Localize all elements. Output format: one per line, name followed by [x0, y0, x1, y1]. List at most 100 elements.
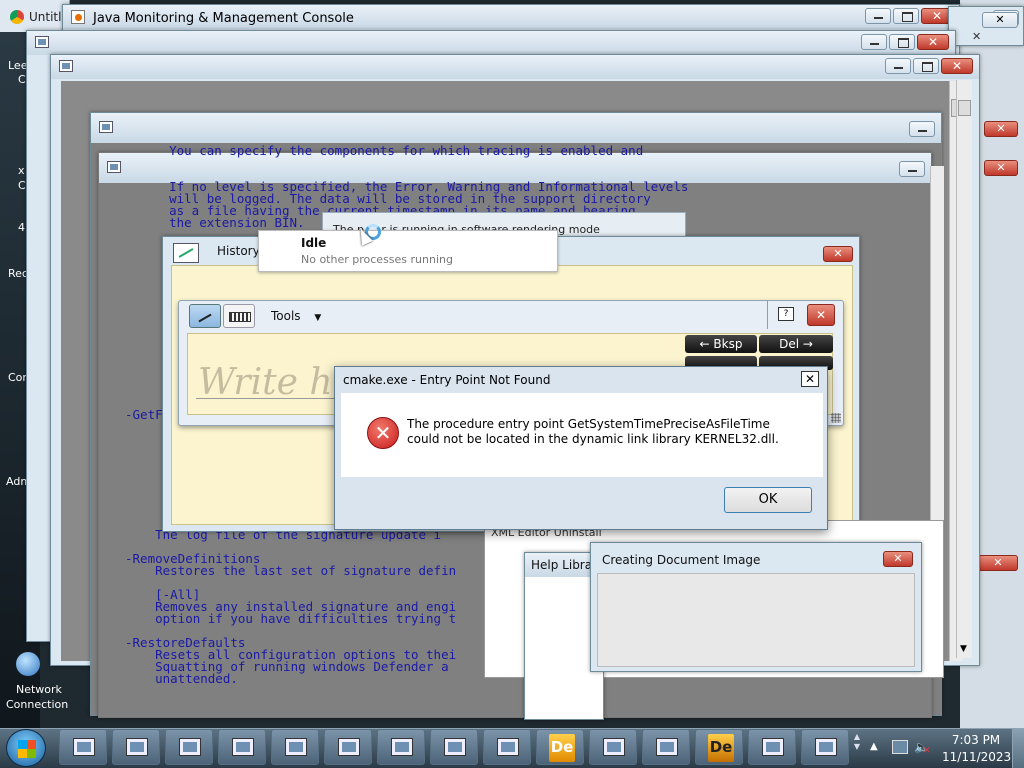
taskbar-button[interactable] [483, 729, 531, 765]
app-icon [815, 738, 837, 756]
tools-menu[interactable]: Tools ▼ [271, 309, 321, 323]
taskbar-button[interactable] [324, 729, 372, 765]
app-icon [391, 738, 413, 756]
jmmc-title: Java Monitoring & Management Console [93, 11, 354, 26]
clock-time[interactable]: 7:03 PM [950, 733, 1002, 747]
history-icon [173, 243, 199, 263]
app-icon [603, 738, 625, 756]
pen-icon [198, 313, 212, 323]
taskbar-button[interactable] [59, 729, 107, 765]
app-icon [497, 738, 519, 756]
history-title: History [217, 244, 260, 258]
taskbar-button[interactable] [642, 729, 690, 765]
window-icon [59, 60, 73, 72]
dropdown-arrow-icon: ▼ [314, 313, 322, 323]
ok-button[interactable]: OK [724, 487, 812, 513]
right-close-1[interactable]: ✕ [982, 12, 1018, 28]
keyboard-button[interactable] [223, 304, 255, 328]
taskbar-button[interactable] [377, 729, 425, 765]
right-close-2[interactable]: ✕ [972, 30, 992, 43]
right-close-3[interactable]: ✕ [984, 121, 1018, 137]
network-tray-icon[interactable] [892, 740, 908, 754]
close-button[interactable]: ✕ [917, 34, 949, 50]
console-line: unattended. [125, 671, 238, 686]
taskbar-button[interactable] [801, 729, 849, 765]
network-icon[interactable] [16, 652, 40, 676]
taskbar-button[interactable] [748, 729, 796, 765]
app-icon [126, 738, 148, 756]
bksp-key[interactable]: ← Bksp [685, 335, 757, 353]
app-icon [762, 738, 784, 756]
taskbar-scroll[interactable]: ▲ ▼ [852, 732, 862, 764]
console-line: Restores the last set of signature defin [125, 563, 457, 578]
minimize-button[interactable] [861, 34, 887, 50]
dock-button[interactable]: ? [767, 301, 801, 329]
show-desktop-button[interactable] [1012, 729, 1024, 768]
chrome-tab[interactable]: Untitle [0, 0, 70, 32]
close-button[interactable]: ✕ [801, 371, 819, 387]
app-icon [656, 738, 678, 756]
desktop-label: Rec [8, 267, 28, 280]
error-dialog-title: cmake.exe - Entry Point Not Found [343, 373, 551, 387]
desktop-label: 4 [18, 221, 25, 234]
de-app-icon: De [708, 734, 734, 762]
maximize-button[interactable] [889, 34, 915, 50]
writing-pad-button[interactable] [189, 304, 221, 328]
scroll-down-arrow[interactable]: ▼ [960, 644, 967, 654]
del-key[interactable]: Del → [759, 335, 833, 353]
desktop-label: x [18, 164, 25, 177]
close-button[interactable]: ✕ [941, 58, 973, 74]
taskbar-button[interactable] [112, 729, 160, 765]
de-app-icon: De [549, 734, 575, 762]
creating-doc-body [597, 573, 915, 667]
close-button[interactable]: ✕ [807, 304, 835, 326]
right-close-4[interactable]: ✕ [984, 160, 1018, 176]
idle-popup: Idle No other processes running [258, 230, 558, 272]
window-icon [35, 36, 49, 48]
volume-muted-icon[interactable]: 🔈 ✕ [914, 740, 932, 756]
error-message: The procedure entry point GetSystemTimeP… [407, 417, 779, 446]
tray-expand-icon[interactable]: ▲ [870, 741, 878, 752]
outer-scrollbar[interactable]: ▼ [956, 80, 972, 658]
maximize-button[interactable] [893, 8, 919, 24]
taskbar-button-de[interactable]: De [536, 729, 584, 765]
taskbar-button-de[interactable]: De [695, 729, 743, 765]
clock-date[interactable]: 11/11/2023 [942, 750, 1011, 764]
console-getf: -GetF [125, 407, 163, 422]
idle-subtitle: No other processes running [301, 253, 453, 266]
minimize-button[interactable] [909, 121, 935, 137]
app-icon [444, 738, 466, 756]
console-line: option if you have difficulties trying t [125, 611, 457, 626]
taskbar-button[interactable] [430, 729, 478, 765]
desktop-label: C [18, 73, 26, 86]
error-dialog: cmake.exe - Entry Point Not Found ✕ ✕ Th… [334, 366, 828, 530]
minimize-button[interactable] [865, 8, 891, 24]
close-button[interactable]: ✕ [883, 551, 913, 567]
maximize-button[interactable] [913, 58, 939, 74]
windows-logo-icon [18, 740, 36, 758]
desktop-label: C [18, 179, 26, 192]
start-button[interactable] [6, 729, 46, 767]
console-line: You can specify the components for which… [139, 145, 644, 158]
jmmc-titlebar[interactable]: Java Monitoring & Management Console ✕ [63, 5, 959, 29]
help-dock-icon: ? [778, 307, 794, 321]
taskbar-button[interactable] [165, 729, 213, 765]
resize-grip-icon[interactable] [831, 413, 841, 423]
app-icon [73, 738, 95, 756]
console-bottom: The log file of the signature update i -… [125, 528, 457, 686]
minimize-button[interactable] [899, 161, 925, 177]
tools-label: Tools [271, 309, 301, 323]
right-close-5[interactable]: ✕ [978, 555, 1018, 571]
taskbar-button[interactable] [218, 729, 266, 765]
close-button[interactable]: ✕ [823, 246, 853, 262]
write-placeholder: Write h [198, 362, 333, 403]
network-label-2: Connection [6, 698, 69, 711]
creating-doc-title: Creating Document Image [602, 553, 761, 567]
taskbar-button[interactable] [271, 729, 319, 765]
minimize-button[interactable] [885, 58, 911, 74]
creating-doc-window: Creating Document Image ✕ [590, 542, 922, 672]
scroll-thumb[interactable] [958, 100, 971, 116]
taskbar-button[interactable] [589, 729, 637, 765]
keyboard-icon [229, 312, 251, 322]
error-icon: ✕ [367, 417, 399, 449]
